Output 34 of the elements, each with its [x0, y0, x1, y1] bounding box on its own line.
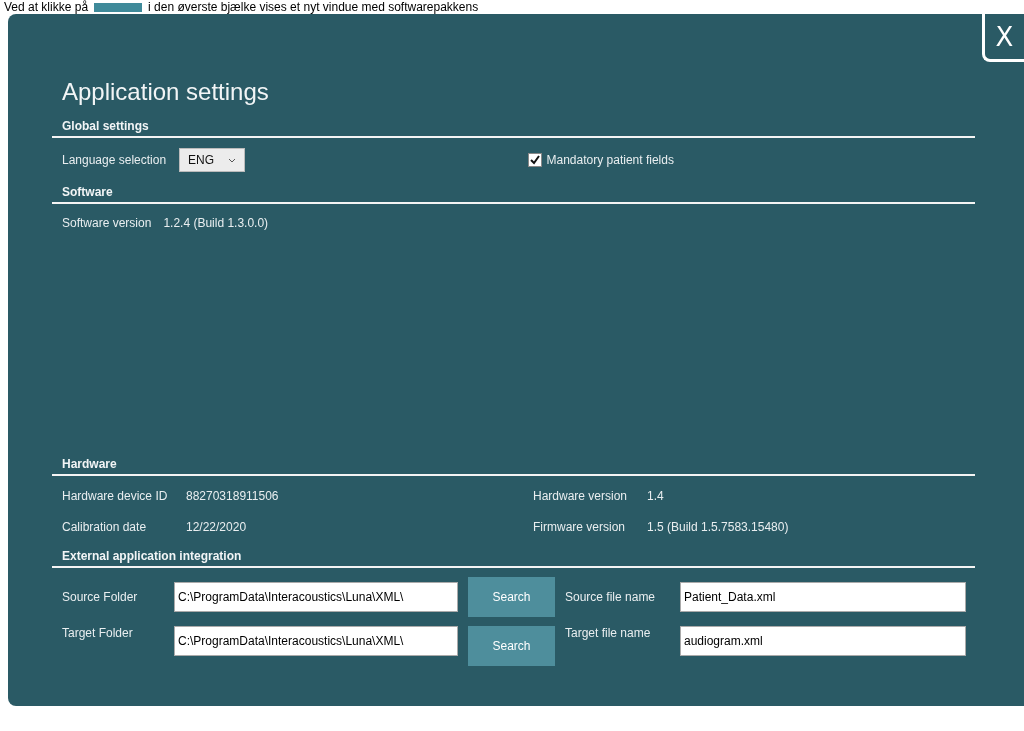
field-value: 1.2.4 (Build 1.3.0.0): [163, 216, 269, 230]
search-button[interactable]: Search: [468, 626, 555, 666]
folder-field[interactable]: C:\ProgramData\Interacoustics\Luna\XML\: [174, 582, 458, 612]
instruction-text: i den øverste bjælke vises et nyt vindue med softwarepakkens: [148, 0, 479, 14]
section-heading: Global settings: [62, 118, 149, 135]
folder-field[interactable]: C:\ProgramData\Interacoustics\Luna\XML\: [174, 626, 458, 656]
checkbox[interactable]: [527, 153, 542, 167]
dialog-title: Application settings: [62, 78, 270, 107]
inline-button-icon: [94, 2, 143, 12]
search-button[interactable]: Search: [468, 577, 555, 617]
field-value: 1.5 (Build 1.5.7583.15480): [647, 519, 789, 534]
instruction-text: Ved at klikke på: [4, 0, 89, 14]
section-heading: Hardware: [62, 456, 117, 473]
field-label: Calibration date: [62, 519, 148, 534]
field-label: Software version: [62, 216, 152, 230]
field-label: Language selection: [62, 153, 167, 167]
field-label: Firmware version: [533, 519, 626, 534]
language-dropdown[interactable]: ENG: [179, 148, 246, 172]
field-label: Hardware device ID: [62, 488, 169, 503]
field-value: 88270318911506: [186, 488, 279, 503]
section-heading: Software: [62, 184, 113, 201]
field-label: Target Folder: [62, 626, 134, 640]
section-heading: External application integration: [62, 548, 242, 565]
caret-icon: [228, 157, 237, 163]
field-label: Hardware version: [533, 488, 629, 503]
file-name-field[interactable]: Patient_Data.xml: [680, 582, 966, 612]
close-button[interactable]: X: [982, 14, 1024, 62]
checkbox-label: Mandatory patient fields: [546, 153, 674, 167]
field-label: Source Folder: [62, 590, 139, 604]
field-value: 12/22/2020: [186, 519, 247, 534]
field-label: Target file name: [564, 626, 652, 640]
field-label: Source file name: [564, 590, 657, 604]
field-value: 1.4: [647, 488, 664, 503]
file-name-field[interactable]: audiogram.xml: [680, 626, 966, 656]
